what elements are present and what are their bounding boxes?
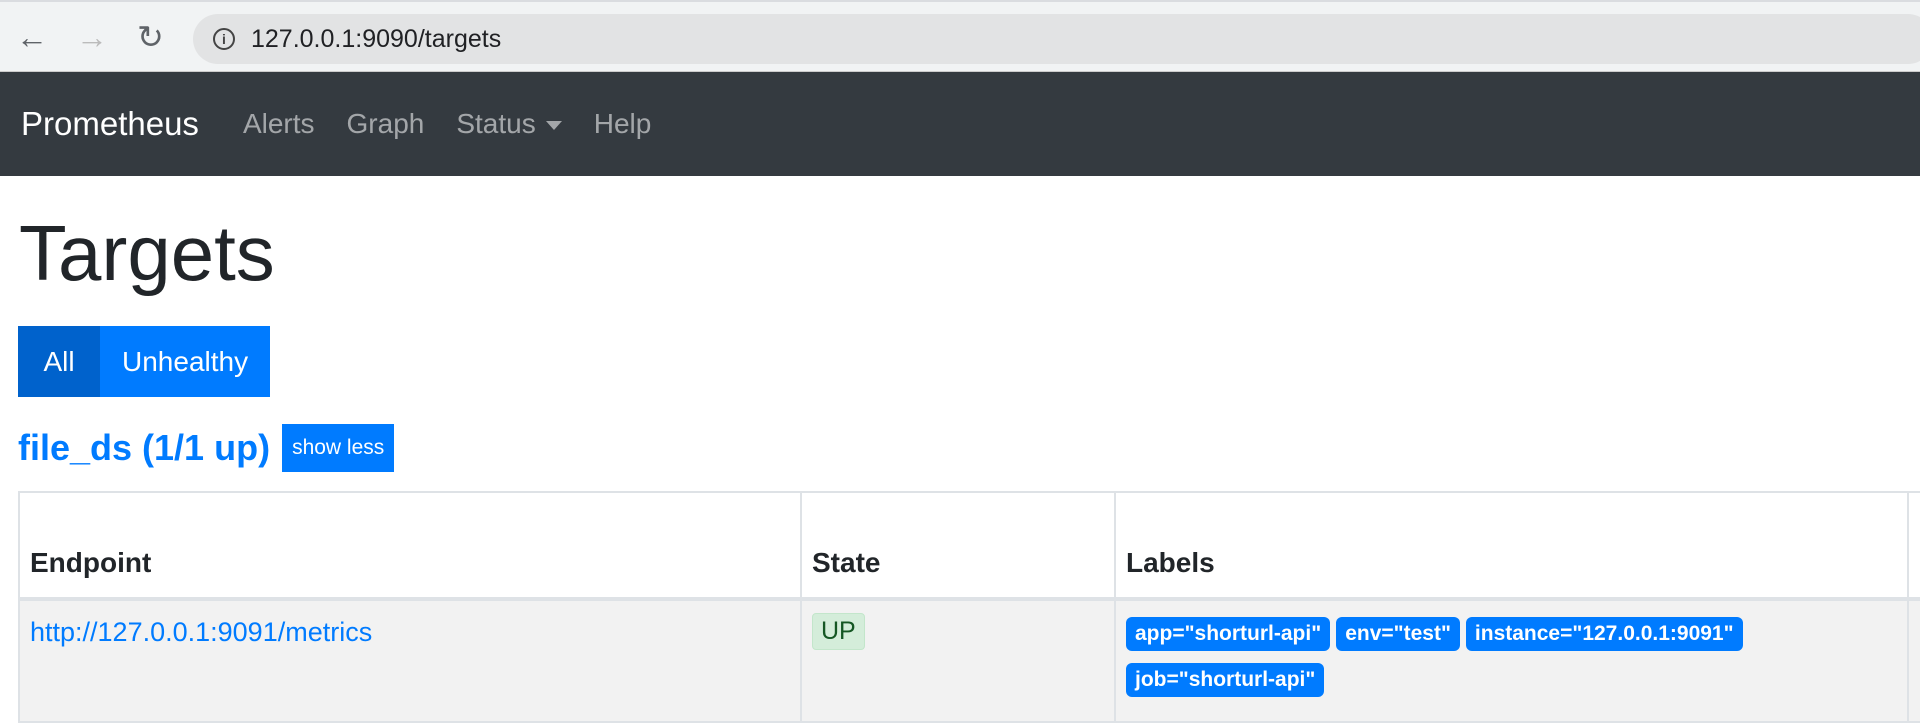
page-title: Targets — [19, 209, 275, 297]
show-less-button[interactable]: show less — [282, 424, 395, 472]
label-badge: env="test" — [1336, 617, 1460, 651]
nav-alerts[interactable]: Alerts — [243, 108, 315, 140]
reload-icon[interactable]: ↻ — [137, 21, 164, 53]
forward-icon[interactable]: → — [76, 21, 108, 53]
pool-header: file_ds (1/1 up) show less — [18, 424, 395, 472]
column-header-endpoint: Endpoint — [18, 491, 802, 601]
targets-table: Endpoint State Labels http://127.0.0.1:9… — [18, 491, 1920, 723]
nav-status-label: Status — [456, 108, 536, 139]
label-badge: app="shorturl-api" — [1126, 617, 1331, 651]
address-bar[interactable]: i 127.0.0.1:9090/targets — [193, 14, 1920, 64]
pool-title-link[interactable]: file_ds (1/1 up) — [18, 427, 270, 469]
navbar: Prometheus Alerts Graph Status Help — [0, 72, 1920, 176]
nav-help[interactable]: Help — [594, 108, 652, 140]
filter-button-group: All Unhealthy — [18, 326, 271, 397]
brand-link[interactable]: Prometheus — [21, 105, 199, 143]
label-badge: job="shorturl-api" — [1126, 663, 1325, 697]
nav-status[interactable]: Status — [456, 108, 562, 140]
browser-toolbar: ← → ↻ i 127.0.0.1:9090/targets — [0, 0, 1920, 72]
back-icon[interactable]: ← — [16, 21, 48, 53]
column-header-more — [1907, 491, 1920, 601]
column-header-labels: Labels — [1114, 491, 1909, 601]
column-header-state: State — [800, 491, 1116, 601]
filter-all-button[interactable]: All — [18, 326, 100, 397]
caret-down-icon — [545, 121, 562, 131]
table-row: http://127.0.0.1:9091/metrics UP app="sh… — [18, 598, 1920, 723]
nav-graph[interactable]: Graph — [347, 108, 425, 140]
state-badge: UP — [812, 613, 865, 650]
info-icon[interactable]: i — [213, 28, 235, 50]
filter-unhealthy-button[interactable]: Unhealthy — [100, 326, 271, 397]
url-text: 127.0.0.1:9090/targets — [251, 24, 502, 53]
label-badge: instance="127.0.0.1:9091" — [1465, 617, 1743, 651]
endpoint-link[interactable]: http://127.0.0.1:9091/metrics — [30, 617, 372, 647]
